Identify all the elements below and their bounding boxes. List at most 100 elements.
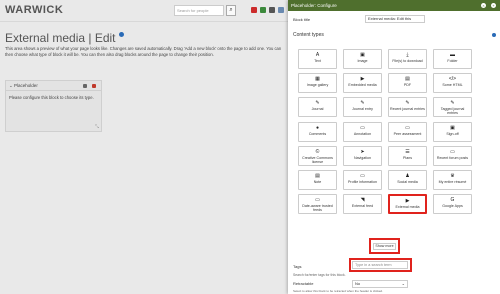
- journal-icon: ✎: [315, 100, 320, 106]
- content-type-tile[interactable]: ♛ My entire résumé: [433, 170, 472, 190]
- content-type-label: Text: [314, 59, 321, 63]
- content-type-label: Date-aware trusted feeds: [302, 204, 333, 212]
- content-type-tile[interactable]: ✎ Journal entry: [343, 97, 382, 117]
- content-type-tile[interactable]: ♟ Social media: [388, 170, 427, 190]
- configure-gear-icon[interactable]: [83, 84, 87, 88]
- folder-icon: ▬: [450, 52, 455, 58]
- flag-icon[interactable]: [251, 7, 257, 13]
- content-type-label: Creative Commons license: [302, 156, 333, 164]
- warwick-logo[interactable]: WARWICK: [5, 4, 63, 16]
- gallery-icon: ▦: [315, 76, 320, 82]
- highlight-box: [349, 258, 412, 272]
- text-icon: A: [315, 52, 320, 58]
- block-title-label: Block title: [293, 17, 311, 22]
- content-type-tile[interactable]: ✎ Journal: [298, 97, 337, 117]
- content-type-tile[interactable]: ▦ Image gallery: [298, 73, 337, 93]
- content-type-tile[interactable]: ▶ External media: [388, 194, 427, 214]
- content-type-tile[interactable]: </> Some HTML: [433, 73, 472, 93]
- rss-icon: ◥: [360, 197, 365, 203]
- resize-handle-icon[interactable]: ⤡: [95, 124, 99, 130]
- pdf-icon: ▤: [405, 76, 410, 82]
- content-type-label: Note: [313, 180, 322, 184]
- content-type-tile[interactable]: ▤ PDF: [388, 73, 427, 93]
- content-type-label: Plans: [403, 156, 412, 160]
- block-title-input[interactable]: External media: Edit this: [365, 15, 425, 23]
- content-type-tile[interactable]: ▭ Recent forum posts: [433, 146, 472, 166]
- download-icon: ⤓: [406, 52, 409, 58]
- page-title: External media | Edit: [5, 31, 124, 45]
- content-type-tile[interactable]: ▤ Note: [298, 170, 337, 190]
- content-type-tile[interactable]: ⤓ File(s) to download: [388, 49, 427, 69]
- plans-icon: ☰: [405, 149, 410, 155]
- content-type-label: Image: [357, 59, 368, 63]
- social-media-icon: ♟: [405, 173, 410, 179]
- content-type-tile[interactable]: ☰ Plans: [388, 146, 427, 166]
- content-type-label: Peer assessment: [393, 132, 422, 136]
- forum-icon: ▭: [450, 149, 455, 155]
- content-type-tile[interactable]: ▭ Peer assessment: [388, 122, 427, 142]
- content-type-label: Comments: [308, 132, 327, 136]
- chevron-down-icon: ⌄: [401, 281, 405, 286]
- app-icon[interactable]: [260, 7, 266, 13]
- google-icon: G: [450, 197, 455, 203]
- content-type-tile[interactable]: ▬ Folder: [433, 49, 472, 69]
- sign-off-icon: ▣: [450, 125, 455, 131]
- placeholder-block-body: Please configure this block to choose it…: [9, 95, 94, 100]
- content-type-tile[interactable]: A Text: [298, 49, 337, 69]
- content-type-label: Image gallery: [306, 83, 329, 87]
- content-type-tile[interactable]: ➤ Navigation: [343, 146, 382, 166]
- content-type-label: Profile information: [348, 180, 377, 184]
- embed-icon: ▶: [360, 76, 365, 82]
- content-type-label: File(s) to download: [392, 59, 423, 63]
- tags-label: Tags: [293, 264, 302, 269]
- modal-title: Placeholder: Configure: [291, 3, 337, 8]
- content-type-label: Recent forum posts: [436, 156, 469, 160]
- retractable-label: Retractable: [293, 281, 314, 286]
- placeholder-block[interactable]: ⌄ Placeholder Please configure this bloc…: [5, 80, 102, 132]
- navigation-icon: ➤: [360, 149, 365, 155]
- note-icon: ▤: [315, 173, 320, 179]
- content-types-info-icon[interactable]: [492, 33, 496, 37]
- info-icon[interactable]: [118, 32, 124, 37]
- content-type-label: Tagged journal entries: [440, 107, 465, 115]
- content-type-label: PDF: [403, 83, 412, 87]
- placeholder-block-header[interactable]: ⌄ Placeholder: [6, 81, 101, 91]
- highlight-box: [369, 238, 400, 254]
- content-type-tile[interactable]: ▭ Annotation: [343, 122, 382, 142]
- content-type-label: Recent journal entries: [390, 107, 425, 111]
- content-type-tile[interactable]: ◥ External feed: [343, 194, 382, 214]
- content-type-label: External media: [395, 205, 420, 209]
- content-type-tile[interactable]: ● Comments: [298, 122, 337, 142]
- search-button[interactable]: ⌕: [226, 5, 236, 16]
- content-types-label: Content types: [293, 32, 324, 38]
- annotation-icon: ▭: [360, 125, 365, 131]
- modal-expand-icon[interactable]: +: [491, 3, 496, 8]
- people-search-input[interactable]: Search for people: [174, 5, 224, 16]
- collapse-chevron-icon[interactable]: ⌄: [9, 83, 13, 88]
- delete-icon[interactable]: [92, 84, 96, 88]
- page-intro: This area shows a preview of what your p…: [5, 46, 282, 57]
- creative-commons-icon: ©: [315, 149, 320, 155]
- content-type-tile[interactable]: ▭ Profile information: [343, 170, 382, 190]
- trusted-feed-icon: ▭: [315, 197, 320, 203]
- content-type-tile[interactable]: ▣ Sign-off: [433, 122, 472, 142]
- peer-assessment-icon: ▭: [405, 125, 410, 131]
- comments-icon: ●: [315, 125, 320, 131]
- content-type-tile[interactable]: G Google Apps: [433, 194, 472, 214]
- content-type-tile[interactable]: ▶ Embedded media: [343, 73, 382, 93]
- content-type-tile[interactable]: ✎ Tagged journal entries: [433, 97, 472, 117]
- search-icon: ⌕: [229, 7, 233, 13]
- image-icon: ▣: [360, 52, 365, 58]
- messages-icon[interactable]: [278, 7, 284, 13]
- content-type-tile[interactable]: ▣ Image: [343, 49, 382, 69]
- placeholder-block-title: Placeholder: [14, 83, 38, 88]
- content-type-label: Sign-off: [446, 132, 459, 136]
- account-icon[interactable]: [269, 7, 275, 13]
- modal-close-icon[interactable]: ×: [481, 3, 486, 8]
- retractable-select[interactable]: No ⌄: [352, 280, 408, 288]
- content-type-label: My entire résumé: [438, 180, 467, 184]
- content-type-tile[interactable]: ✎ Recent journal entries: [388, 97, 427, 117]
- content-type-tile[interactable]: © Creative Commons license: [298, 146, 337, 166]
- page-title-text: External media | Edit: [5, 31, 116, 45]
- content-type-tile[interactable]: ▭ Date-aware trusted feeds: [298, 194, 337, 214]
